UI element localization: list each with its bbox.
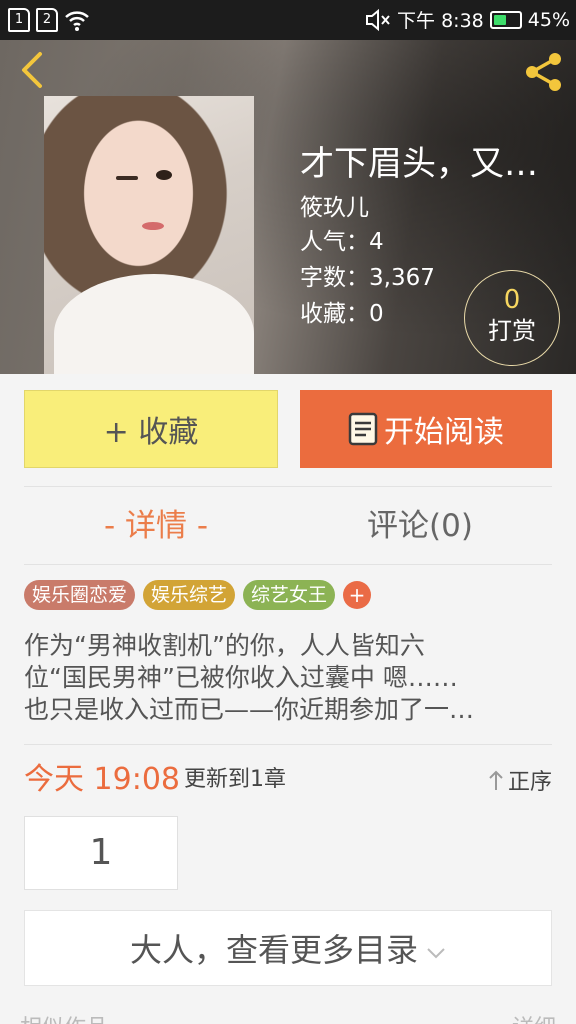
share-icon[interactable] [522,50,566,94]
reward-button[interactable]: 0 打赏 [464,270,560,366]
cover-lips [142,222,164,230]
tag[interactable]: 综艺女王 [243,580,336,610]
divider [24,564,552,565]
arrow-up-icon [489,770,503,790]
book-header: 才下眉头，又… 筱玖儿 人气：4 字数：3,367 收藏：0 0 打赏 [0,40,576,374]
sim-card-icon: 2 [36,8,58,32]
reward-label: 打赏 [488,317,536,345]
chevron-left-icon[interactable] [14,50,50,90]
mute-icon [366,8,390,31]
tab-details[interactable]: - 详情 - [24,500,288,552]
popularity-stat: 人气：4 [300,229,384,255]
synopsis-line: 位“国民男神”已被你收入过囊中 嗯…… [24,663,458,692]
clock: 下午 8:38 [397,10,484,32]
book-title: 才下眉头，又… [300,144,538,184]
collect-button[interactable]: + 收藏 [24,390,278,468]
similar-works-header: 相似作品 详细 [20,1010,556,1024]
status-right: 下午 8:38 45% [365,6,570,33]
status-bar: 1 2 下午 8:38 45% [0,0,576,40]
divider [24,744,552,745]
book-author[interactable]: 筱玖儿 [300,192,560,224]
details-link[interactable]: 详细 [512,1010,556,1024]
update-text: 更新到1章 [184,767,286,792]
start-reading-button[interactable]: 开始阅读 [300,390,552,468]
reward-count: 0 [503,285,521,315]
battery-percent: 45% [527,8,570,31]
sort-order-button[interactable]: 正序 [488,758,552,802]
wifi-icon [65,11,89,31]
tab-comments[interactable]: 评论(0) [288,500,552,552]
battery-icon [489,10,522,29]
synopsis-line: 作为“男神收割机”的你，人人皆知六 [24,631,425,660]
sim-card-icon: 1 [8,8,30,32]
more-catalog-button[interactable]: 大人，查看更多目录 [24,910,552,986]
add-tag-button[interactable]: + [343,581,372,609]
cover-eye [156,170,172,180]
cover-eye [116,176,138,180]
status-left: 1 2 [8,8,90,32]
synopsis-line: 也只是收入过而已——你近期参加了一… [24,695,475,724]
similar-works-label: 相似作品 [20,1016,108,1024]
chevron-down-icon [427,948,445,959]
battery-fill [493,14,507,25]
start-reading-label: 开始阅读 [384,415,504,450]
chapter-item[interactable]: 1 [24,816,178,890]
divider [24,486,552,487]
tag[interactable]: 娱乐综艺 [143,580,236,610]
more-catalog-label: 大人，查看更多目录 [129,931,418,969]
book-synopsis[interactable]: 作为“男神收割机”的你，人人皆知六 位“国民男神”已被你收入过囊中 嗯…… 也只… [24,630,552,726]
book-icon [348,412,378,446]
book-cover-image [44,96,254,374]
update-time: 今天 19:08 [24,762,180,797]
tag-list: 娱乐圈恋爱 娱乐综艺 综艺女王 + [24,580,372,610]
tag[interactable]: 娱乐圈恋爱 [24,580,136,610]
sort-order-label: 正序 [507,770,552,795]
update-info: 今天 19:08 更新到1章 正序 [24,758,552,802]
